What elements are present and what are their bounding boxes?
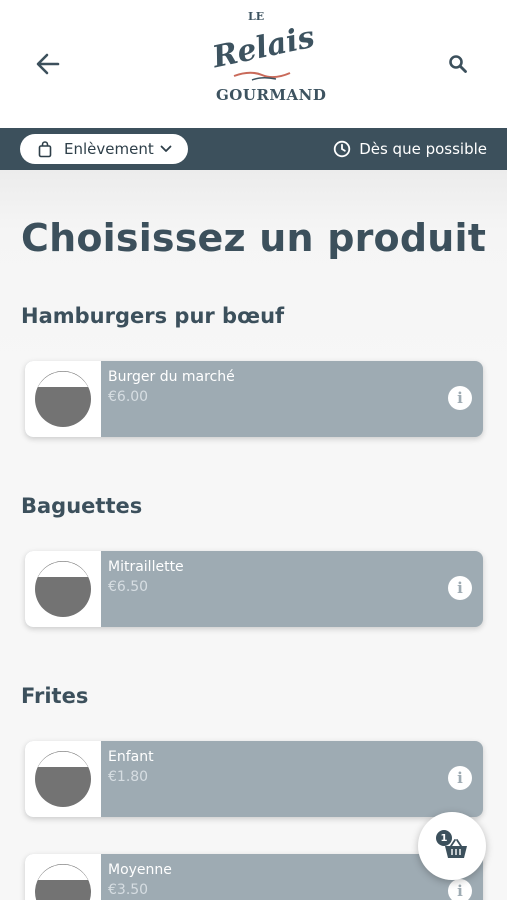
arrow-left-icon: [36, 53, 60, 75]
order-mode-label: Enlèvement: [64, 140, 154, 158]
logo: LE Relais GOURMAND: [196, 8, 325, 116]
order-mode-dropdown[interactable]: Enlèvement: [20, 134, 188, 164]
placeholder-bowl-icon: [35, 751, 91, 807]
search-icon: [449, 55, 467, 73]
placeholder-bowl-icon: [35, 864, 91, 900]
shopping-bag-icon: [38, 140, 52, 157]
logo-decoration-icon: [233, 71, 291, 81]
page-title: Choisissez un produit: [21, 216, 487, 260]
product-image-placeholder: [25, 741, 101, 817]
section-title: Hamburgers pur bœuf: [21, 304, 285, 328]
product-image-placeholder: [25, 551, 101, 627]
product-price: €6.50: [108, 579, 149, 595]
product-name: Burger du marché: [108, 369, 235, 385]
product-name: Moyenne: [108, 862, 172, 878]
product-name: Mitraillette: [108, 559, 184, 575]
search-button[interactable]: [440, 48, 476, 80]
pickup-time-label: Dès que possible: [359, 140, 487, 158]
product-image-placeholder: [25, 854, 101, 900]
logo-le-text: LE: [248, 10, 265, 23]
product-image-placeholder: [25, 361, 101, 437]
order-mode-bar: Enlèvement Dès que possible: [0, 128, 507, 170]
placeholder-bowl-icon: [35, 371, 91, 427]
section-title: Frites: [21, 684, 89, 708]
logo-gourmand-text: GOURMAND: [216, 86, 327, 104]
clock-icon: [333, 140, 351, 158]
cart-count-badge: 1: [436, 830, 452, 846]
info-icon[interactable]: i: [448, 879, 472, 900]
product-name: Enfant: [108, 749, 154, 765]
product-price: €6.00: [108, 389, 149, 405]
section-title: Baguettes: [21, 494, 143, 518]
product-card[interactable]: Moyenne €3.50 i: [25, 854, 483, 900]
top-bar: LE Relais GOURMAND: [0, 0, 507, 128]
product-price: €1.80: [108, 769, 149, 785]
product-card[interactable]: Enfant €1.80 i: [25, 741, 483, 817]
info-icon[interactable]: i: [448, 576, 472, 600]
placeholder-bowl-icon: [35, 561, 91, 617]
info-icon[interactable]: i: [448, 386, 472, 410]
product-price: €3.50: [108, 882, 149, 898]
product-list-area[interactable]: Choisissez un produit Hamburgers pur bœu…: [0, 170, 507, 900]
back-button[interactable]: [30, 48, 66, 80]
info-icon[interactable]: i: [448, 766, 472, 790]
product-card[interactable]: Burger du marché €6.00 i: [25, 361, 483, 437]
chevron-down-icon: [160, 145, 172, 152]
cart-button[interactable]: 1: [418, 812, 486, 880]
pickup-time-selector[interactable]: Dès que possible: [333, 128, 487, 170]
product-card[interactable]: Mitraillette €6.50 i: [25, 551, 483, 627]
